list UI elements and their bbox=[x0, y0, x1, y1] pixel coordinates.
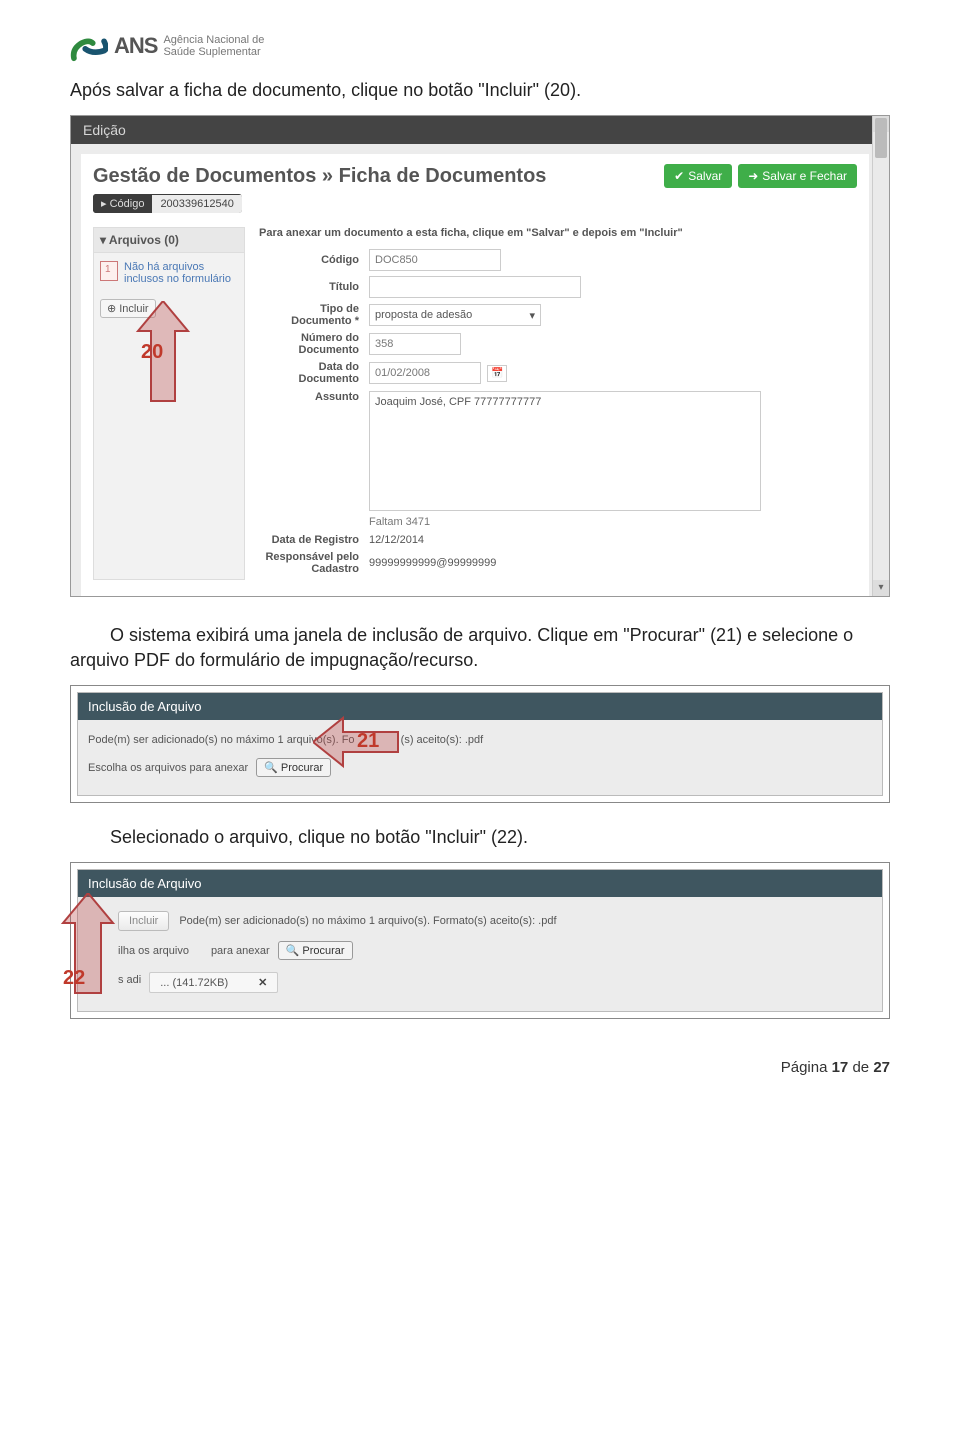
paragraph-2a: O sistema exibirá uma janela de inclusão… bbox=[70, 625, 890, 646]
logo-line2: Saúde Suplementar bbox=[163, 46, 264, 58]
input-data[interactable]: 01/02/2008 bbox=[369, 362, 481, 384]
no-attachments-text: Não há arquivos inclusos no formulário bbox=[124, 261, 238, 285]
value-registro: 12/12/2014 bbox=[369, 534, 424, 546]
callout-arrow-20: 20 bbox=[133, 301, 193, 411]
input-numero[interactable]: 358 bbox=[369, 333, 461, 355]
label-responsavel: Responsável pelo Cadastro bbox=[259, 551, 369, 575]
browse-label-3b: para anexar bbox=[211, 945, 270, 957]
char-counter: Faltam 3471 bbox=[369, 516, 857, 528]
browse-label-2: Escolha os arquivos para anexar bbox=[88, 762, 248, 774]
exit-icon: ➜ bbox=[748, 169, 758, 183]
label-assunto: Assunto bbox=[259, 391, 369, 403]
save-button[interactable]: ✔ Salvar bbox=[664, 164, 732, 188]
save-close-label: Salvar e Fechar bbox=[762, 169, 847, 183]
browse-button-3[interactable]: 🔍 Procurar bbox=[278, 941, 353, 960]
label-data: Data do Documento bbox=[259, 361, 369, 385]
callout-arrow-21: 21 bbox=[313, 710, 403, 775]
select-tipo[interactable]: proposta de adesão▾ bbox=[369, 304, 541, 326]
screenshot-3: Inclusão de Arquivo Incluir Pode(m) ser … bbox=[70, 862, 890, 1019]
dialog-title-2: Inclusão de Arquivo bbox=[78, 693, 882, 720]
uploaded-file-chip: ... (141.72KB) ✕ bbox=[149, 972, 278, 993]
browse-label-3a: ilha os arquivo bbox=[118, 945, 189, 957]
dialog-title-3: Inclusão de Arquivo bbox=[78, 870, 882, 897]
label-tipo: Tipo de Documento * bbox=[259, 303, 369, 327]
scroll-down-icon[interactable]: ▾ bbox=[873, 580, 889, 596]
paragraph-1: Após salvar a ficha de documento, clique… bbox=[70, 80, 890, 101]
info-line-2: Pode(m) ser adicionado(s) no máximo 1 ar… bbox=[88, 734, 872, 746]
page-footer: Página 17 de 27 bbox=[70, 1059, 890, 1076]
ans-logo-mark bbox=[70, 30, 108, 62]
calendar-picker-icon[interactable]: 📅 bbox=[487, 365, 507, 382]
callout-number-20: 20 bbox=[141, 341, 163, 364]
label-titulo: Título bbox=[259, 281, 369, 293]
search-icon: 🔍 bbox=[264, 761, 278, 774]
file-row-prefix: s adi bbox=[118, 974, 141, 986]
scroll-thumb[interactable] bbox=[875, 118, 887, 158]
callout-arrow-22: 22 bbox=[57, 893, 119, 1003]
label-codigo: Código bbox=[259, 254, 369, 266]
info-line-3: Pode(m) ser adicionado(s) no máximo 1 ar… bbox=[179, 915, 556, 927]
form-instruction: Para anexar um documento a esta ficha, c… bbox=[259, 227, 857, 239]
edit-bar: Edição bbox=[71, 116, 889, 144]
search-icon: 🔍 bbox=[286, 944, 300, 957]
attachments-header: ▾ Arquivos (0) bbox=[94, 228, 244, 253]
chevron-down-icon: ▾ bbox=[529, 309, 535, 322]
remove-file-icon[interactable]: ✕ bbox=[258, 976, 267, 989]
scrollbar[interactable]: ▴ ▾ bbox=[872, 116, 889, 596]
callout-number-22: 22 bbox=[63, 967, 85, 990]
paragraph-3: Selecionado o arquivo, clique no botão "… bbox=[70, 827, 890, 848]
calendar-icon bbox=[100, 261, 118, 281]
save-close-button[interactable]: ➜ Salvar e Fechar bbox=[738, 164, 857, 188]
plus-icon: ⊕ bbox=[107, 302, 116, 315]
logo-line1: Agência Nacional de bbox=[163, 34, 264, 46]
textarea-assunto[interactable]: Joaquim José, CPF 77777777777 bbox=[369, 391, 761, 511]
chip-value: 200339612540 bbox=[152, 195, 241, 213]
file-name: ... (141.72KB) bbox=[160, 977, 228, 989]
page-title: Gestão de Documentos » Ficha de Document… bbox=[93, 165, 546, 188]
paragraph-2b: arquivo PDF do formulário de impugnação/… bbox=[70, 650, 890, 671]
chip-label: ▸ Código bbox=[93, 194, 152, 213]
value-responsavel: 99999999999@99999999 bbox=[369, 557, 496, 569]
check-icon: ✔ bbox=[674, 169, 684, 183]
logo-acronym: ANS bbox=[114, 33, 157, 58]
screenshot-2: Inclusão de Arquivo Pode(m) ser adiciona… bbox=[70, 685, 890, 803]
input-codigo[interactable]: DOC850 bbox=[369, 249, 501, 271]
save-label: Salvar bbox=[688, 169, 722, 183]
incluir-upload-button[interactable]: Incluir bbox=[118, 911, 169, 931]
screenshot-1: Edição Gestão de Documentos » Ficha de D… bbox=[70, 115, 890, 597]
label-numero: Número do Documento bbox=[259, 332, 369, 356]
input-titulo[interactable] bbox=[369, 276, 581, 298]
logo: ANS Agência Nacional de Saúde Suplementa… bbox=[70, 30, 890, 62]
codigo-chip: ▸ Código 200339612540 bbox=[93, 194, 242, 213]
callout-number-21: 21 bbox=[357, 730, 379, 753]
label-registro: Data de Registro bbox=[259, 534, 369, 546]
